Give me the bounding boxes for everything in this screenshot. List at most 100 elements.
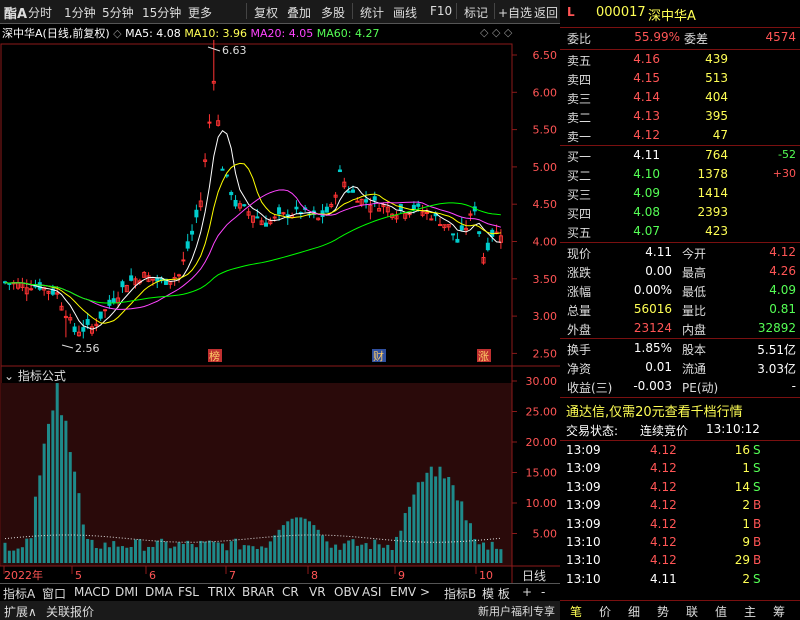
detail-tab-0[interactable]: 笔 bbox=[570, 603, 582, 620]
toolbar-separator bbox=[246, 3, 247, 19]
ask-row: 卖一 4.12 47 bbox=[560, 128, 800, 146]
indicator-tab-15[interactable]: 模 板 bbox=[482, 585, 510, 602]
vol-tick-label: 15.00 bbox=[526, 467, 558, 480]
detail-tab-5[interactable]: 值 bbox=[715, 603, 727, 620]
stat: 涨幅 0.00% 最低 4.09 bbox=[560, 283, 800, 301]
indicator-tab-10[interactable]: OBV bbox=[334, 585, 360, 599]
promo-link[interactable]: 通达信,仅需20元查看千档行情 bbox=[566, 401, 743, 420]
toolbar-item-10[interactable]: F10 bbox=[430, 4, 452, 18]
tick-row: 13:10 4.12 29 B bbox=[560, 553, 800, 571]
indicator-tab-7[interactable]: BRAR bbox=[242, 585, 275, 599]
volume-bar bbox=[425, 472, 429, 563]
bid-row: 买五 4.07 423 bbox=[560, 224, 800, 242]
volume-bar bbox=[160, 538, 164, 563]
detail-tab-4[interactable]: 联 bbox=[686, 603, 698, 620]
indicator-tab-11[interactable]: ASI bbox=[362, 585, 381, 599]
indicator-tab-13[interactable]: > bbox=[420, 585, 430, 599]
bid-row: 买三 4.09 1414 bbox=[560, 186, 800, 204]
toolbar-item-11[interactable]: 标记 bbox=[464, 4, 488, 21]
period-label[interactable]: 日线 bbox=[522, 567, 546, 584]
indicator-tab-4[interactable]: DMA bbox=[145, 585, 173, 599]
indicator-tabs: 指标A 窗口 MACD DMI DMA FSL TRIX BRAR CR VR OBV ASI EMV >… bbox=[0, 583, 560, 601]
volume-bar bbox=[81, 524, 85, 563]
ask-label: 卖五 bbox=[567, 54, 592, 68]
indicator-tab-17[interactable]: - bbox=[541, 585, 545, 599]
ask-volume: 513 bbox=[705, 71, 728, 85]
volume-bar bbox=[107, 547, 111, 563]
candle-body bbox=[411, 204, 416, 211]
indicator-tab-14[interactable]: 指标B bbox=[444, 585, 476, 602]
volume-bar bbox=[86, 538, 90, 563]
candle-body bbox=[255, 216, 260, 219]
candle-body bbox=[229, 191, 234, 196]
toolbar-item-6[interactable]: 叠加 bbox=[287, 4, 311, 21]
toolbar-item-5[interactable]: 复权 bbox=[254, 4, 278, 21]
detail-tab-3[interactable]: 势 bbox=[657, 603, 669, 620]
toolbar-item-13[interactable]: 返回 bbox=[534, 4, 558, 21]
volume-bar bbox=[99, 548, 103, 563]
kline-chart[interactable]: 6.50 6.00 5.50 5.00 4.50 4.00 3.50 3.00 2.50 30.0… bbox=[0, 24, 560, 596]
tick-time: 13:10 bbox=[566, 571, 601, 586]
toolbar-item-0[interactable]: 分时 bbox=[28, 4, 52, 21]
candle-body bbox=[351, 189, 355, 193]
indicator-tab-8[interactable]: CR bbox=[282, 585, 299, 599]
low-price-label: 2.56 bbox=[75, 342, 100, 355]
bid-price: 4.10 bbox=[633, 167, 660, 181]
volume-bar bbox=[16, 548, 20, 563]
volume-bar bbox=[299, 517, 303, 563]
indicator-tab-5[interactable]: FSL bbox=[178, 585, 199, 599]
detail-tab-6[interactable]: 主 bbox=[744, 603, 756, 620]
indicator-tab-3[interactable]: DMI bbox=[115, 585, 138, 599]
expand-button[interactable]: 扩展∧ bbox=[4, 603, 37, 620]
toolbar-item-4[interactable]: 更多 bbox=[188, 4, 212, 21]
stat2-value-1: -0.003 bbox=[633, 379, 672, 393]
y-tick-label: 3.50 bbox=[533, 273, 558, 286]
volume-bar bbox=[421, 481, 425, 563]
volume-bar bbox=[334, 544, 338, 563]
toolbar-item-1[interactable]: 1分钟 bbox=[64, 4, 96, 21]
toolbar-item-8[interactable]: 统计 bbox=[360, 4, 384, 21]
toolbar-item-2[interactable]: 5分钟 bbox=[102, 4, 134, 21]
toolbar-item-12[interactable]: +自选 bbox=[498, 4, 532, 21]
ask-price: 4.14 bbox=[633, 90, 660, 104]
toolbar-item-7[interactable]: 多股 bbox=[321, 4, 345, 21]
y-tick-label: 5.50 bbox=[533, 124, 558, 137]
volume-bar bbox=[294, 517, 298, 563]
volume-bar bbox=[355, 545, 359, 563]
volume-bar bbox=[116, 546, 120, 563]
volume-bar bbox=[142, 550, 146, 563]
x-tick-label: 7 bbox=[229, 569, 236, 582]
volume-bar bbox=[281, 525, 285, 563]
volume-bar bbox=[221, 543, 224, 563]
toolbar-item-9[interactable]: 画线 bbox=[393, 4, 417, 21]
expand-icon[interactable]: ◇ bbox=[113, 27, 121, 40]
bid-volume: 2393 bbox=[697, 205, 728, 219]
toolbar-item-3[interactable]: 15分钟 bbox=[142, 4, 181, 21]
window-buttons[interactable]: ◇ ◇ ◇ bbox=[480, 26, 512, 39]
detail-tab-2[interactable]: 细 bbox=[628, 603, 640, 620]
indicator-tab-9[interactable]: VR bbox=[309, 585, 326, 599]
weibi-value: 55.99% bbox=[634, 30, 680, 44]
ask-row: 卖四 4.15 513 bbox=[560, 71, 800, 89]
detail-tab-1[interactable]: 价 bbox=[599, 603, 611, 620]
tick-volume: 9 bbox=[742, 535, 750, 549]
stat-label-2: 量比 bbox=[682, 304, 707, 318]
volume-bar bbox=[368, 549, 372, 563]
detail-tab-7[interactable]: 筹 bbox=[773, 603, 785, 620]
indicator-tab-2[interactable]: MACD bbox=[74, 585, 110, 599]
volume-bar bbox=[460, 501, 464, 563]
indicator-title[interactable]: ⌄ 指标公式 bbox=[4, 367, 66, 384]
volume-bar bbox=[33, 496, 37, 563]
welfare-link[interactable]: 新用户福利专享 bbox=[478, 603, 555, 619]
indicator-tab-6[interactable]: TRIX bbox=[208, 585, 235, 599]
indicator-tab-16[interactable]: + bbox=[522, 585, 532, 599]
related-quote-button[interactable]: 关联报价 bbox=[46, 603, 94, 620]
stat-label-1: 涨跌 bbox=[567, 266, 592, 280]
indicator-tab-1[interactable]: 窗口 bbox=[42, 585, 66, 602]
volume-bar bbox=[29, 538, 33, 563]
tick-side: S bbox=[753, 461, 761, 476]
tick-price: 4.11 bbox=[650, 571, 677, 586]
volume-bar bbox=[147, 546, 151, 563]
indicator-tab-12[interactable]: EMV bbox=[390, 585, 416, 599]
indicator-tab-0[interactable]: 指标A bbox=[3, 585, 35, 602]
